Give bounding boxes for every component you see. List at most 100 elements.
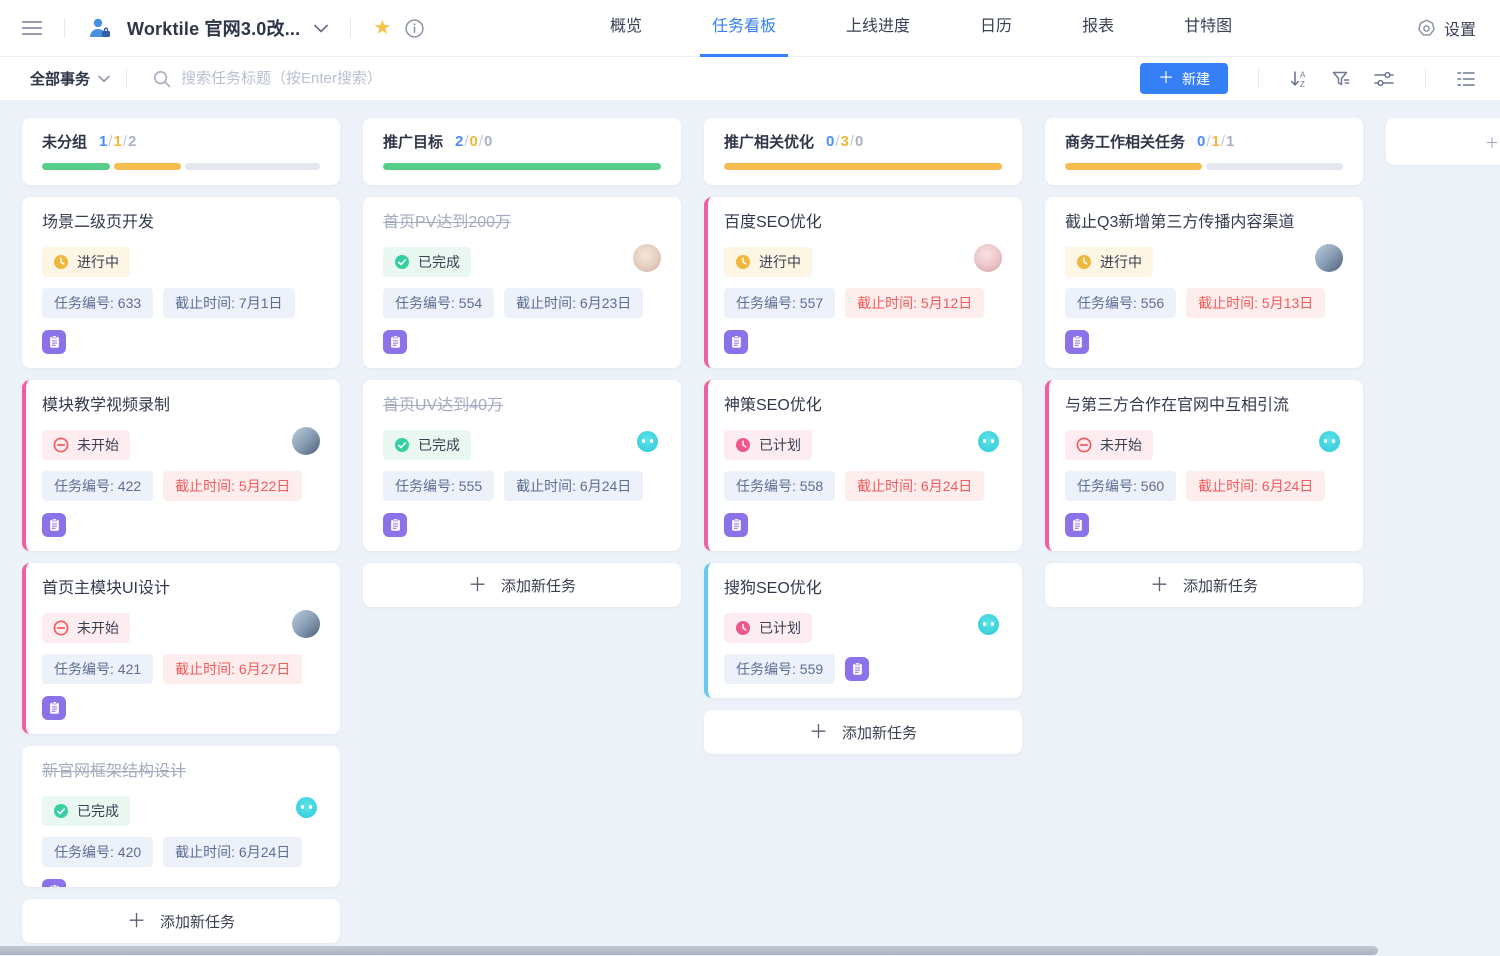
nav-tab-2[interactable]: 上线进度 — [834, 0, 922, 57]
assignee-avatar[interactable] — [1319, 431, 1340, 452]
assignee-avatar[interactable] — [978, 614, 999, 635]
task-card[interactable]: 神策SEO优化 已计划 任务编号: 558 截止时间: 6月24日 — [704, 380, 1022, 551]
assignee-avatar[interactable] — [292, 427, 320, 455]
column-title: 推广相关优化 — [724, 131, 814, 152]
status-label: 进行中 — [1100, 252, 1142, 272]
task-card[interactable]: 搜狗SEO优化 已计划 任务编号: 559 — [704, 563, 1022, 698]
task-card[interactable]: 首页主模块UI设计 未开始 任务编号: 421 截止时间: 6月27日 — [22, 563, 340, 734]
horizontal-scrollbar-thumb[interactable] — [0, 946, 1378, 955]
board-columns: 未分组 1/1/2 场景二级页开发 进行中 任务编号: 633 截止时间: 7月… — [22, 118, 1500, 943]
menu-icon[interactable] — [22, 20, 42, 36]
scope-selector[interactable]: 全部事务 — [30, 68, 110, 89]
icon-row — [1065, 513, 1343, 537]
project-title[interactable]: Worktile 官网3.0改... — [127, 15, 300, 41]
nav-tab-0[interactable]: 概览 — [598, 0, 654, 57]
task-card[interactable]: 模块教学视频录制 未开始 任务编号: 422 截止时间: 5月22日 — [22, 380, 340, 551]
column-header[interactable]: 推广相关优化 0/3/0 — [704, 118, 1022, 185]
minus-circle-icon — [1076, 437, 1092, 453]
assignee-avatar[interactable] — [292, 610, 320, 638]
chevron-down-icon — [98, 75, 110, 83]
assignee-avatar[interactable] — [974, 244, 1002, 272]
task-title: 新官网框架结构设计 — [42, 761, 320, 783]
task-card[interactable]: 百度SEO优化 进行中 任务编号: 557 截止时间: 5月12日 — [704, 197, 1022, 368]
filter-icon[interactable] — [1331, 69, 1351, 89]
plus-icon: ＋ — [127, 912, 146, 931]
nav-tab-1[interactable]: 任务看板 — [700, 0, 788, 57]
list-view-icon[interactable] — [1456, 70, 1476, 88]
task-title: 搜狗SEO优化 — [724, 578, 1002, 600]
column-header[interactable]: 商务工作相关任务 0/1/1 — [1045, 118, 1363, 185]
navbar-left: Worktile 官网3.0改... ★ — [22, 15, 424, 41]
nav-tab-3[interactable]: 日历 — [968, 0, 1024, 57]
settings-icon — [1417, 19, 1436, 38]
chevron-down-icon[interactable] — [314, 24, 328, 33]
document-icon[interactable] — [42, 696, 66, 720]
status-row: 未开始 — [42, 613, 320, 643]
assignee-avatar[interactable] — [637, 431, 658, 452]
nav-tabs: 概览任务看板上线进度日历报表甘特图 — [598, 0, 1244, 57]
tag-row: 任务编号: 560 截止时间: 6月24日 — [1065, 471, 1343, 501]
plus-icon: ＋ — [1158, 71, 1174, 87]
sort-icon[interactable]: AZ — [1289, 69, 1309, 89]
board-column-3: 商务工作相关任务 0/1/1 截止Q3新增第三方传播内容渠道 进行中 任务编号:… — [1045, 118, 1363, 607]
task-number-tag: 任务编号: 557 — [724, 288, 835, 318]
progress-segment — [114, 163, 182, 170]
document-icon[interactable] — [42, 330, 66, 354]
task-card[interactable]: 与第三方合作在官网中互相引流 未开始 任务编号: 560 截止时间: 6月24日 — [1045, 380, 1363, 551]
icon-row — [42, 879, 320, 887]
svg-text:Z: Z — [1300, 80, 1305, 89]
nav-tab-4[interactable]: 报表 — [1070, 0, 1126, 57]
column-counts: 1/1/2 — [99, 133, 136, 150]
icon-row — [1065, 330, 1343, 354]
add-task-button[interactable]: ＋ 添加新任务 — [22, 899, 340, 943]
task-card[interactable]: 首页UV达到40万 已完成 任务编号: 555 截止时间: 6月24日 — [363, 380, 681, 551]
info-icon[interactable] — [405, 19, 424, 38]
assignee-avatar[interactable] — [1315, 244, 1343, 272]
status-badge: 已完成 — [383, 430, 471, 460]
document-icon[interactable] — [383, 330, 407, 354]
task-card[interactable]: 新官网框架结构设计 已完成 任务编号: 420 截止时间: 6月24日 — [22, 746, 340, 887]
column-counts: 0/3/0 — [826, 133, 863, 150]
due-date-tag: 截止时间: 6月24日 — [845, 471, 984, 501]
check-circle-icon — [394, 437, 410, 453]
nav-tab-5[interactable]: 甘特图 — [1172, 0, 1244, 57]
document-icon[interactable] — [1065, 513, 1089, 537]
add-task-button[interactable]: ＋ 添加新任务 — [363, 563, 681, 607]
status-label: 已计划 — [759, 618, 801, 638]
star-icon[interactable]: ★ — [373, 18, 391, 38]
column-header[interactable]: 推广目标 2/0/0 — [363, 118, 681, 185]
column-header[interactable]: 未分组 1/1/2 — [22, 118, 340, 185]
task-card[interactable]: 场景二级页开发 进行中 任务编号: 633 截止时间: 7月1日 — [22, 197, 340, 368]
assignee-avatar[interactable] — [633, 244, 661, 272]
column-header[interactable]: ＋ — [1386, 118, 1500, 165]
document-icon[interactable] — [724, 513, 748, 537]
assignee-avatar[interactable] — [296, 797, 317, 818]
assignee-avatar[interactable] — [978, 431, 999, 452]
divider — [1425, 69, 1426, 89]
task-card[interactable]: 截止Q3新增第三方传播内容渠道 进行中 任务编号: 556 截止时间: 5月13… — [1045, 197, 1363, 368]
add-task-button[interactable]: ＋ 添加新任务 — [1045, 563, 1363, 607]
document-icon[interactable] — [1065, 330, 1089, 354]
task-title: 模块教学视频录制 — [42, 395, 320, 417]
due-date-tag: 截止时间: 6月24日 — [163, 837, 302, 867]
task-card[interactable]: 首页PV达到200万 已完成 任务编号: 554 截止时间: 6月23日 — [363, 197, 681, 368]
progress-segment — [42, 163, 110, 170]
clock-icon — [735, 620, 751, 636]
document-icon[interactable] — [383, 513, 407, 537]
board-column-1: 推广目标 2/0/0 首页PV达到200万 已完成 任务编号: 554 截止时间… — [363, 118, 681, 607]
plus-icon: ＋ — [809, 723, 828, 742]
display-settings-icon[interactable] — [1373, 69, 1395, 89]
document-icon[interactable] — [845, 657, 869, 681]
due-date-tag: 截止时间: 6月27日 — [163, 654, 302, 684]
add-task-button[interactable]: ＋ 添加新任务 — [704, 710, 1022, 754]
new-task-button[interactable]: ＋ 新建 — [1140, 63, 1228, 94]
icon-row — [724, 513, 1002, 537]
kanban-board: 未分组 1/1/2 场景二级页开发 进行中 任务编号: 633 截止时间: 7月… — [0, 100, 1500, 956]
column-progress — [1065, 163, 1343, 170]
settings-button[interactable]: 设置 — [1417, 16, 1476, 40]
tag-row: 任务编号: 556 截止时间: 5月13日 — [1065, 288, 1343, 318]
document-icon[interactable] — [42, 513, 66, 537]
document-icon[interactable] — [724, 330, 748, 354]
search-input[interactable] — [181, 70, 501, 87]
document-icon[interactable] — [42, 879, 66, 887]
